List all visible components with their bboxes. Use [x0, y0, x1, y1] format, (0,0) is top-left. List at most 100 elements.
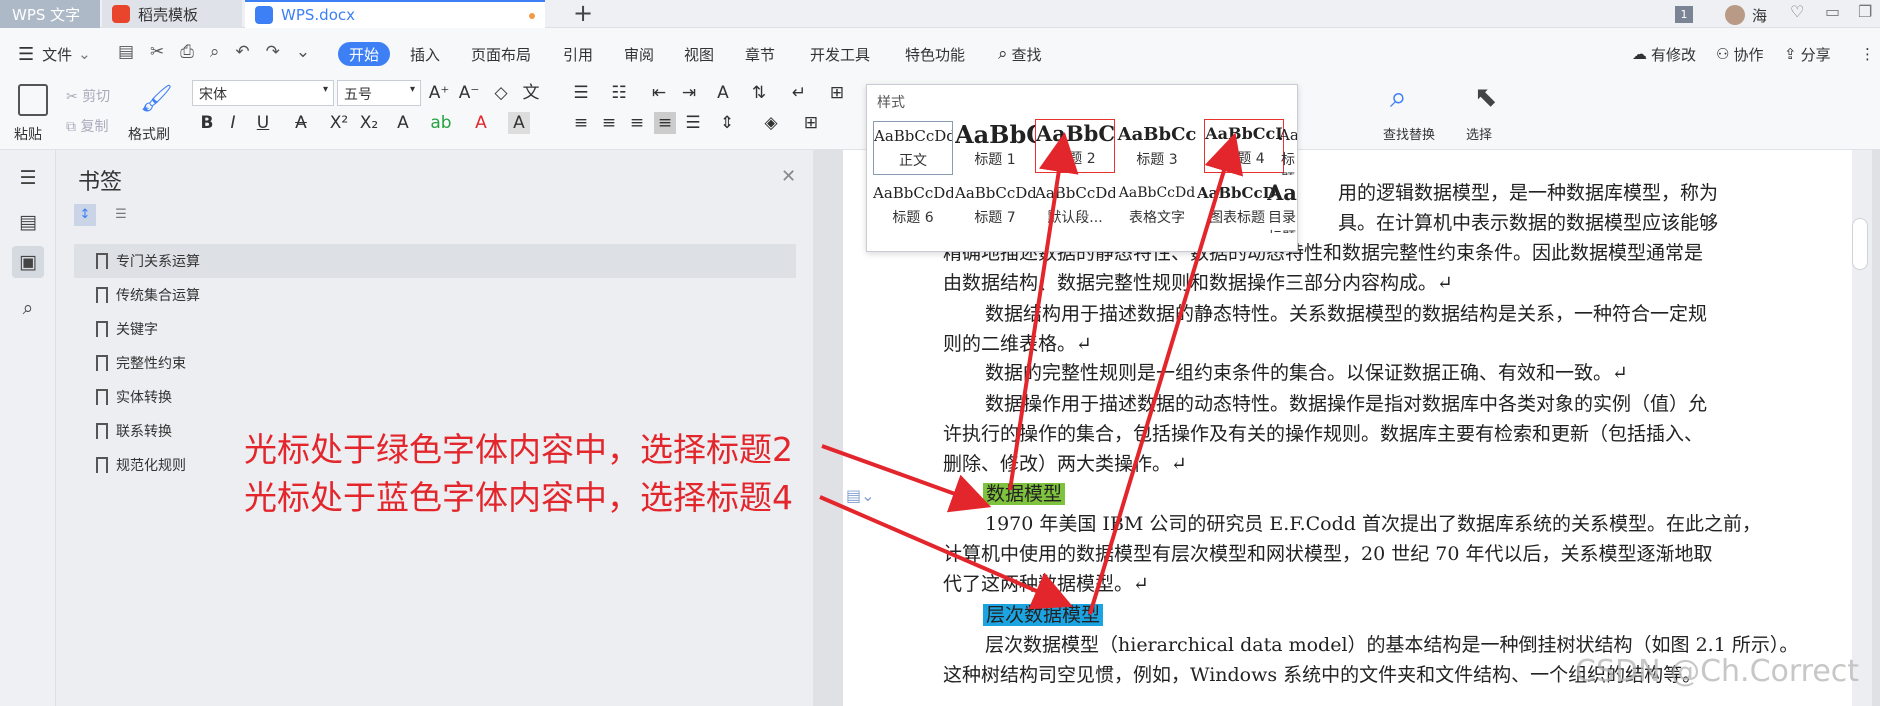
cut-button[interactable]: ✂ 剪切 [66, 86, 110, 106]
doc-text-line: 1970 年美国 IBM 公司的研究员 E.F.Codd 首次提出了数据库系统的… [985, 513, 1761, 535]
format-painter-icon[interactable]: 🖌 [140, 84, 173, 114]
shrink-font-icon[interactable]: A⁻ [458, 82, 480, 104]
align-right-icon[interactable]: ≡ [626, 112, 648, 134]
font-family-select[interactable]: 宋体 ▾ [192, 80, 334, 106]
decrease-indent-icon[interactable]: ⇤ [648, 82, 670, 104]
format-painter-label[interactable]: 格式刷 [128, 124, 170, 144]
tab-special[interactable]: 特色功能 [905, 42, 965, 66]
tab-view[interactable]: 视图 [684, 42, 714, 66]
line-spacing-icon[interactable]: ⇕ [716, 112, 738, 134]
quick-access-icons[interactable]: ▤✂⎙⌕↶↷⌄ [118, 42, 326, 62]
select-cursor-icon[interactable]: ⬉ [1474, 80, 1497, 113]
style-heading-6[interactable]: AaBbCcDd 标题 6 [873, 179, 953, 233]
find-panel-icon[interactable]: ⌕ [12, 292, 44, 324]
new-tab-button[interactable]: + [573, 0, 593, 26]
find-replace-label[interactable]: 查找替换 [1383, 124, 1435, 143]
share-button[interactable]: ⇪ 分享 [1784, 42, 1831, 66]
heading-blue[interactable]: 层次数据模型 [983, 600, 1104, 630]
pages-icon[interactable]: ▤ [12, 206, 44, 238]
style-caption[interactable]: AaBbCcDd 图表标题 [1197, 179, 1277, 233]
highlight-icon[interactable]: ab [430, 112, 452, 134]
paste-label[interactable]: 粘贴 [14, 124, 42, 144]
document-tab[interactable]: WPS.docx [245, 0, 545, 28]
char-shading-icon[interactable]: A [508, 112, 530, 134]
user-badge[interactable]: 1 [1675, 6, 1693, 23]
underline-icon[interactable]: U [252, 112, 274, 134]
style-heading-2[interactable]: AaBbCc 标题 2 [1035, 119, 1115, 173]
grow-font-icon[interactable]: A⁺ [428, 82, 450, 104]
style-default-paragraph[interactable]: AaBbCcDd 默认段... [1035, 179, 1115, 233]
scrollbar-thumb[interactable] [1852, 218, 1868, 270]
chinese-layout-icon[interactable]: A [712, 82, 734, 104]
increase-indent-icon[interactable]: ⇥ [678, 82, 700, 104]
bookmark-item[interactable]: 传统集合运算 [74, 278, 850, 312]
close-icon[interactable]: ✕ [781, 166, 796, 187]
sort-icon[interactable]: ⇅ [748, 82, 770, 104]
superscript-icon[interactable]: X² [328, 112, 350, 134]
strikethrough-icon[interactable]: A [290, 112, 312, 134]
font-size-select[interactable]: 五号 ▾ [337, 80, 421, 106]
border-icon[interactable]: ⊞ [800, 112, 822, 134]
clear-format-icon[interactable]: ◇ [490, 82, 512, 104]
style-heading-3[interactable]: AaBbCc 标题 3 [1117, 121, 1197, 175]
style-name: 标题 4 [1223, 151, 1265, 167]
bookmark-panel-icon[interactable]: ▣ [12, 246, 44, 278]
file-menu[interactable]: ☰ 文件 ⌄ [18, 42, 91, 66]
align-justify-icon[interactable]: ≡ [654, 112, 676, 134]
tab-developer[interactable]: 开发工具 [810, 42, 870, 66]
show-marks-icon[interactable]: ↵ [788, 82, 810, 104]
annotation-line-2: 光标处于蓝色字体内容中，选择标题4 [244, 478, 793, 517]
align-left-icon[interactable]: ≡ [570, 112, 592, 134]
bookmark-item[interactable]: 完整性约束 [74, 346, 850, 380]
sort-by-position-icon[interactable]: ☰ [110, 204, 132, 226]
tab-insert[interactable]: 插入 [410, 42, 440, 66]
distribute-icon[interactable]: ☰ [682, 112, 704, 134]
numbered-list-icon[interactable]: ☷ [608, 82, 630, 104]
sort-by-name-icon[interactable]: ↕ [74, 204, 96, 226]
italic-icon[interactable]: I [222, 112, 244, 134]
bookmark-item[interactable]: 关键字 [74, 312, 850, 346]
subscript-icon[interactable]: X₂ [358, 112, 380, 134]
tab-home[interactable]: 开始 [338, 42, 391, 66]
style-toc-heading[interactable]: AaBbC 目录标题 [1267, 179, 1297, 233]
tab-references[interactable]: 引用 [563, 42, 593, 66]
heading-green-text: 数据模型 [983, 483, 1066, 505]
avatar[interactable] [1725, 5, 1745, 25]
app-tab[interactable]: WPS 文字 [0, 0, 100, 28]
skin-icon[interactable]: ♡ [1790, 2, 1804, 21]
font-color-icon[interactable]: A [470, 112, 492, 134]
tab-sections[interactable]: 章节 [745, 42, 775, 66]
text-effect-icon[interactable]: A [392, 112, 414, 134]
collaborate-button[interactable]: ⚇ 协作 [1716, 42, 1763, 66]
more-icon[interactable]: ⋮ [1860, 42, 1875, 66]
find-replace-icon[interactable]: ⌕ [1390, 80, 1407, 115]
bookmark-item[interactable]: 专门关系运算 [74, 244, 796, 278]
bullet-list-icon[interactable]: ☰ [570, 82, 592, 104]
align-center-icon[interactable]: ≡ [598, 112, 620, 134]
search-button[interactable]: ⌕ 查找 [998, 42, 1042, 66]
phonetic-icon[interactable]: 文 [520, 82, 542, 104]
select-label[interactable]: 选择 [1466, 124, 1492, 143]
changes-label: 有修改 [1651, 45, 1697, 64]
style-heading-4[interactable]: AaBbCcI 标题 4 [1204, 119, 1284, 173]
style-heading-1[interactable]: AaBbC 标题 1 [955, 121, 1035, 175]
bookmark-item[interactable]: 实体转换 [74, 380, 850, 414]
shading-icon[interactable]: ◈ [760, 112, 782, 134]
outline-icon[interactable]: ☰ [12, 162, 44, 194]
style-normal[interactable]: AaBbCcDd 正文 [873, 121, 953, 175]
changes-button[interactable]: ☁ 有修改 [1632, 42, 1696, 66]
bold-icon[interactable]: B [196, 112, 218, 134]
paste-icon[interactable] [18, 84, 48, 116]
copy-button[interactable]: ⧉ 复制 [66, 116, 108, 136]
style-heading-5[interactable]: AaBbCcDd 标题 5 [1279, 121, 1297, 175]
minimize-icon[interactable]: ▭ [1825, 2, 1840, 21]
template-tab[interactable]: 稻壳模板 [102, 0, 242, 28]
paragraph-handle-icon[interactable]: ▤⌄ [846, 486, 875, 505]
restore-icon[interactable]: ❐ [1858, 2, 1872, 21]
tab-page-layout[interactable]: 页面布局 [471, 42, 531, 66]
tab-review[interactable]: 审阅 [624, 42, 654, 66]
style-table-text[interactable]: AaBbCcDd 表格文字 [1117, 179, 1197, 233]
style-heading-7[interactable]: AaBbCcDd 标题 7 [955, 179, 1035, 233]
heading-green[interactable]: 数据模型 [983, 479, 1066, 509]
table-icon[interactable]: ⊞ [826, 82, 848, 104]
